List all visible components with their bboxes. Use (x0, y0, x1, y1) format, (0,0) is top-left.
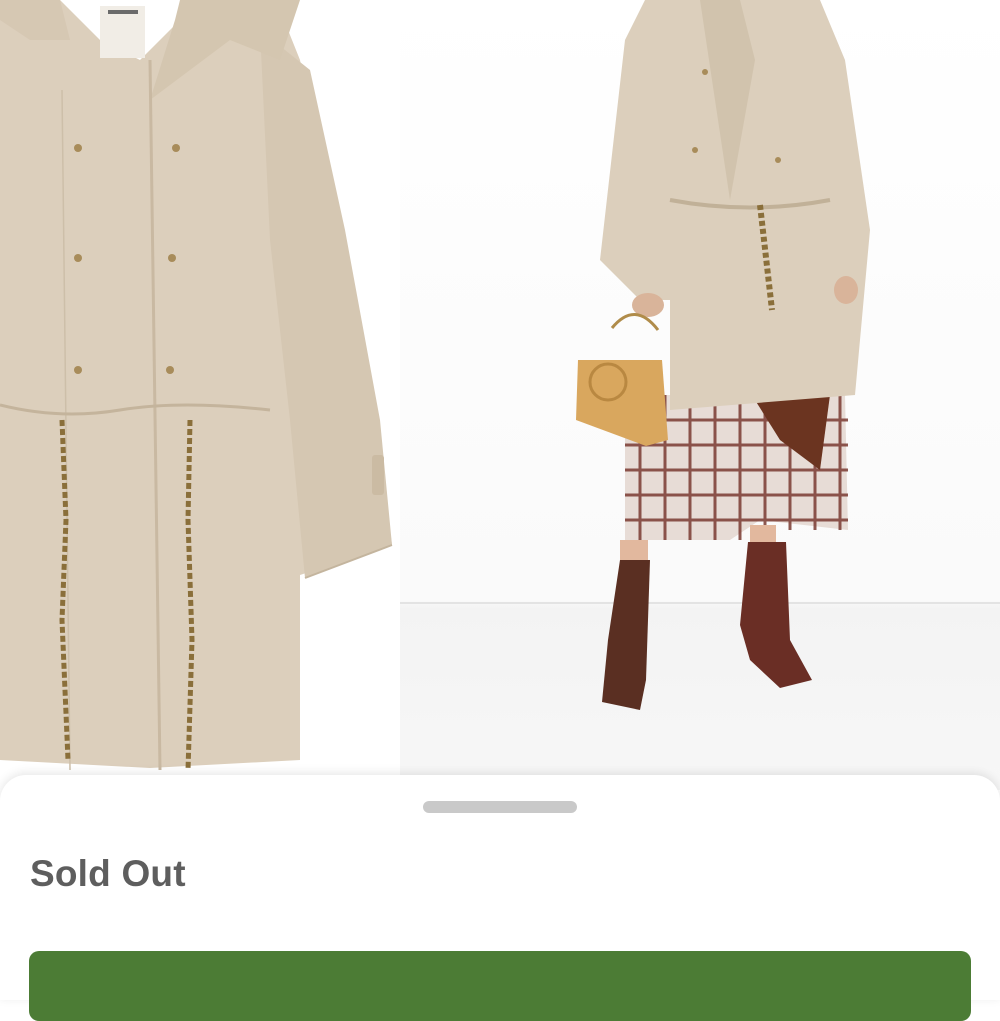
primary-action-button[interactable] (29, 951, 971, 1021)
model-illustration (400, 0, 1000, 710)
coat-front-image[interactable] (0, 0, 400, 790)
bottom-sheet: Sold Out (0, 775, 1000, 1021)
coat-front-illustration (0, 0, 393, 771)
product-image-gallery[interactable] (0, 0, 1000, 790)
sheet-drag-handle[interactable] (423, 801, 577, 813)
coat-model-image[interactable] (400, 0, 1000, 790)
sold-out-label: Sold Out (30, 853, 186, 894)
